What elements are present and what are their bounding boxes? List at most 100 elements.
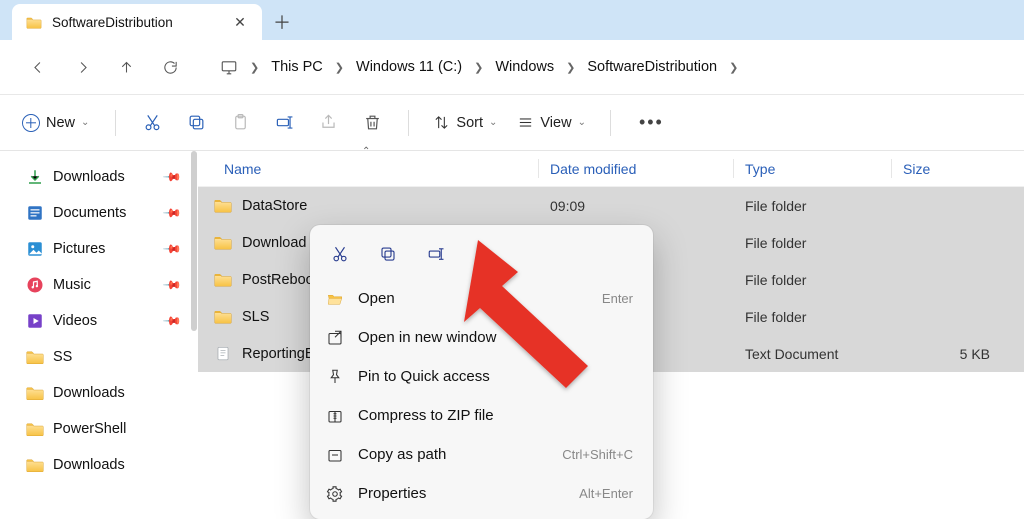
delete-button[interactable] (352, 104, 392, 142)
back-button[interactable] (16, 47, 60, 87)
plus-icon (22, 114, 40, 132)
breadcrumb-item[interactable]: Windows (485, 49, 564, 85)
paste-button[interactable] (220, 104, 260, 142)
sidebar: Downloads📌Documents📌Pictures📌Music📌Video… (0, 151, 190, 519)
pin-icon: 📌 (162, 275, 182, 295)
view-label: View (540, 115, 571, 131)
pin-icon: 📌 (162, 167, 182, 187)
context-menu-item[interactable]: OpenEnter (316, 279, 647, 318)
sidebar-item[interactable]: Documents📌 (12, 195, 186, 231)
cut-button[interactable] (132, 104, 172, 142)
sidebar-item-label: Videos (53, 313, 97, 329)
cell-date: 09:09 (538, 198, 733, 214)
sidebar-item[interactable]: Music 📌 (12, 267, 186, 303)
context-menu-shortcut: Enter (602, 291, 633, 306)
sidebar-item[interactable]: SS (12, 339, 186, 375)
sidebar-item[interactable]: Pictures📌 (12, 231, 186, 267)
paste-icon (231, 113, 250, 132)
breadcrumb[interactable]: ❯ This PC ❯ Windows 11 (C:) ❯ Windows ❯ … (210, 49, 740, 85)
new-label: New (46, 115, 75, 131)
sidebar-item-label: Music (53, 277, 91, 293)
ctx-cut-button[interactable] (318, 235, 362, 273)
view-icon (517, 114, 534, 131)
address-bar: ❯ This PC ❯ Windows 11 (C:) ❯ Windows ❯ … (0, 40, 1024, 95)
properties-icon (326, 485, 344, 503)
table-row[interactable]: DataStore 09:09File folder (198, 187, 1024, 224)
context-menu-item[interactable]: Open in new window (316, 318, 647, 357)
breadcrumb-item[interactable]: Windows 11 (C:) (346, 49, 472, 85)
forward-button[interactable] (60, 47, 104, 87)
chevron-right-icon[interactable]: ❯ (472, 61, 485, 74)
chevron-right-icon[interactable]: ❯ (564, 61, 577, 74)
copy-icon (187, 113, 206, 132)
breadcrumb-item[interactable]: SoftwareDistribution (577, 49, 727, 85)
copy-path-icon (326, 446, 344, 464)
txt-icon (214, 346, 232, 361)
cell-type: File folder (733, 198, 891, 214)
rename-icon (275, 113, 294, 132)
folder-icon (214, 198, 232, 213)
close-tab-button[interactable]: ✕ (228, 10, 252, 34)
folder-open-icon (326, 290, 344, 308)
context-menu-item[interactable]: Compress to ZIP file (316, 396, 647, 435)
cut-icon (331, 245, 349, 263)
context-menu-item[interactable]: PropertiesAlt+Enter (316, 474, 647, 513)
context-menu-actions (316, 231, 647, 279)
chevron-down-icon: ⌄ (81, 117, 89, 128)
sidebar-item[interactable]: Downloads (12, 447, 186, 483)
active-tab[interactable]: SoftwareDistribution ✕ (12, 4, 262, 40)
column-date[interactable]: Date modified (538, 151, 733, 186)
cell-type: File folder (733, 309, 891, 325)
more-button[interactable]: ••• (627, 112, 676, 133)
monitor-icon[interactable] (210, 49, 248, 85)
sort-label: Sort (456, 115, 483, 131)
sidebar-item-label: Downloads (53, 169, 125, 185)
new-tab-button[interactable]: ＋ (262, 4, 302, 40)
sort-button[interactable]: Sort ⌄ (425, 108, 505, 137)
column-type[interactable]: Type (733, 151, 891, 186)
context-menu-shortcut: Ctrl+Shift+C (562, 447, 633, 462)
cell-type: Text Document (733, 346, 891, 362)
share-button[interactable] (308, 104, 348, 142)
sidebar-item[interactable]: Downloads 📌 (12, 159, 186, 195)
copy-icon (379, 245, 397, 263)
sidebar-item[interactable]: PowerShell (12, 411, 186, 447)
pictures-icon (26, 240, 44, 258)
ctx-copy-button[interactable] (366, 235, 410, 273)
context-menu-item[interactable]: Copy as path Ctrl+Shift+C (316, 435, 647, 474)
view-button[interactable]: View ⌄ (509, 108, 594, 137)
column-size-label: Size (903, 161, 930, 177)
chevron-right-icon[interactable]: ❯ (248, 61, 261, 74)
sidebar-item[interactable]: Downloads (12, 375, 186, 411)
chevron-right-icon[interactable]: ❯ (727, 61, 740, 74)
column-date-label: Date modified (550, 161, 636, 177)
share-icon (319, 113, 338, 132)
rename-icon (427, 245, 445, 263)
context-menu-label: Pin to Quick access (358, 368, 490, 385)
file-name: DataStore (242, 198, 307, 214)
breadcrumb-item[interactable]: This PC (261, 49, 333, 85)
ctx-delete-button[interactable] (462, 235, 506, 273)
pin-icon: 📌 (162, 203, 182, 223)
sidebar-item[interactable]: Videos📌 (12, 303, 186, 339)
chevron-right-icon[interactable]: ❯ (333, 61, 346, 74)
context-menu-label: Properties (358, 485, 426, 502)
refresh-button[interactable] (148, 47, 192, 87)
videos-icon (26, 312, 44, 330)
up-button[interactable] (104, 47, 148, 87)
context-menu: OpenEnter Open in new window Pin to Quick … (310, 225, 653, 519)
cell-type: File folder (733, 235, 891, 251)
rename-button[interactable] (264, 104, 304, 142)
ctx-rename-button[interactable] (414, 235, 458, 273)
new-button[interactable]: New ⌄ (12, 108, 99, 138)
column-name[interactable]: Name ⌃ (198, 151, 538, 186)
context-menu-label: Open in new window (358, 329, 496, 346)
chevron-down-icon: ⌄ (489, 117, 497, 128)
context-menu-label: Copy as path (358, 446, 446, 463)
context-menu-item[interactable]: Pin to Quick access (316, 357, 647, 396)
column-size[interactable]: Size (891, 151, 1024, 186)
sidebar-scrollbar[interactable] (190, 151, 198, 519)
copy-button[interactable] (176, 104, 216, 142)
sidebar-item-label: Downloads (53, 457, 125, 473)
folder-icon (26, 420, 44, 438)
